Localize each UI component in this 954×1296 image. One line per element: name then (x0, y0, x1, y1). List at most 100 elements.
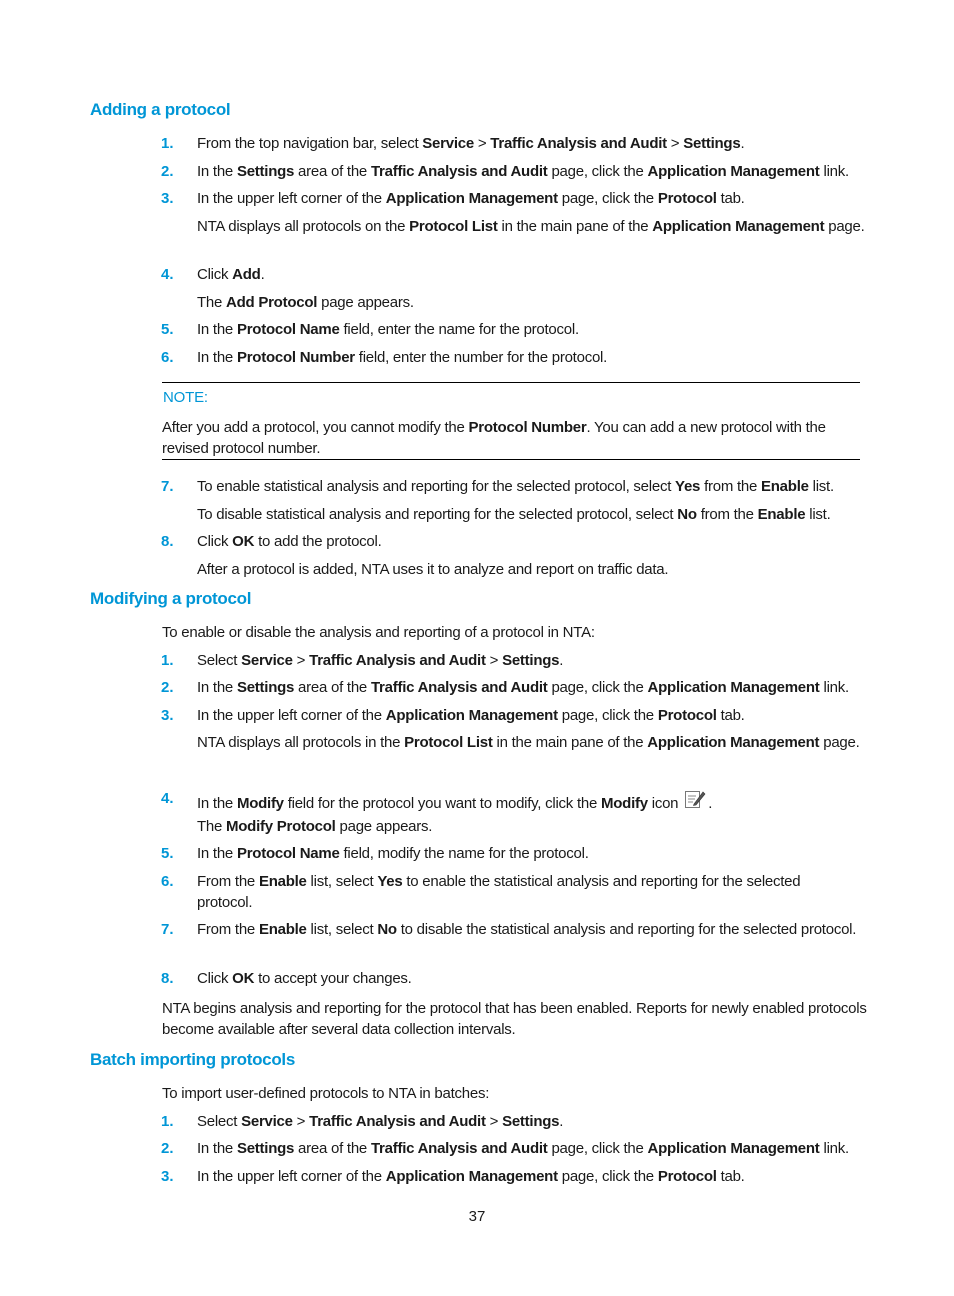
step-number: 7. (161, 478, 174, 495)
ui-term: Enable (757, 506, 806, 523)
ui-term: No (677, 506, 697, 523)
step-text: Select Service > Traffic Analysis and Au… (197, 1113, 564, 1130)
step-text: From the Enable list, select Yes to enab… (197, 873, 801, 911)
ui-term: Protocol Number (468, 419, 587, 436)
ui-term: Modify (601, 795, 648, 812)
step-number: 6. (161, 349, 174, 366)
step-text: In the upper left corner of the Applicat… (197, 190, 745, 207)
step-subtext: NTA displays all protocols on the Protoc… (197, 218, 865, 235)
step-text: To enable statistical analysis and repor… (197, 478, 834, 495)
ui-term: OK (232, 533, 255, 550)
step-number: 4. (161, 266, 174, 283)
step-text: Click Add. (197, 266, 265, 283)
ui-term: Application Management (647, 1140, 820, 1157)
ui-term: Application Management (647, 163, 820, 180)
ui-term: Protocol Number (236, 349, 355, 366)
ui-term: Settings (502, 1113, 560, 1130)
ui-term: Traffic Analysis and Audit (370, 163, 548, 180)
ui-term: Settings (502, 652, 560, 669)
ui-term: Traffic Analysis and Audit (309, 652, 486, 669)
ui-term: Protocol Name (236, 845, 340, 862)
section-heading-modifying: Modifying a protocol (90, 589, 252, 608)
step-number: 5. (161, 845, 174, 862)
step-number: 2. (161, 163, 174, 180)
step-text: In the Settings area of the Traffic Anal… (197, 1140, 849, 1157)
ui-term: Settings (683, 135, 741, 152)
section-outro: NTA begins analysis and reporting for th… (162, 1000, 867, 1038)
step-number: 1. (161, 1113, 174, 1130)
ui-term: Protocol List (404, 734, 493, 751)
step-number: 2. (161, 679, 174, 696)
ui-term: Traffic Analysis and Audit (490, 135, 667, 152)
ui-term: Traffic Analysis and Audit (370, 679, 548, 696)
step-subtext: The Add Protocol page appears. (197, 294, 414, 311)
ui-term: Application Management (647, 734, 820, 751)
page-number: 37 (468, 1208, 486, 1225)
ui-term: Application Management (385, 1168, 558, 1185)
step-subtext: After a protocol is added, NTA uses it t… (197, 561, 669, 578)
step-text: In the Settings area of the Traffic Anal… (197, 679, 849, 696)
ui-term: Enable (258, 921, 307, 938)
note-label: NOTE: (163, 389, 208, 406)
ui-term: Protocol (657, 707, 717, 724)
step-number: 1. (161, 652, 174, 669)
step-number: 3. (161, 190, 174, 207)
ui-term: Protocol Name (236, 321, 340, 338)
ui-term: Settings (236, 1140, 295, 1157)
step-text: In the Modify field for the protocol you… (197, 788, 712, 816)
section-heading-batch: Batch importing protocols (90, 1050, 296, 1069)
step-subtext: NTA displays all protocols in the Protoc… (197, 734, 860, 751)
section-heading-adding: Adding a protocol (90, 100, 231, 119)
step-number: 8. (161, 533, 174, 550)
ui-term: Add (232, 266, 261, 283)
ui-term: Enable (258, 873, 307, 890)
note-top-rule (162, 382, 860, 383)
step-number: 7. (161, 921, 174, 938)
step-text: Click OK to add the protocol. (197, 533, 382, 550)
ui-term: Yes (675, 478, 701, 495)
step-number: 4. (161, 790, 174, 807)
ui-term: Application Management (385, 707, 558, 724)
note-bottom-rule (162, 459, 860, 460)
ui-term: Protocol (657, 1168, 717, 1185)
step-text: In the Protocol Number field, enter the … (197, 349, 608, 366)
step-number: 8. (161, 970, 174, 987)
step-number: 1. (161, 135, 174, 152)
ui-term: Application Management (385, 190, 558, 207)
step-number: 3. (161, 707, 174, 724)
ui-term: Traffic Analysis and Audit (309, 1113, 486, 1130)
ui-term: Application Management (647, 679, 820, 696)
ui-term: Settings (236, 679, 295, 696)
ui-term: Add Protocol (226, 294, 318, 311)
step-text: Click OK to accept your changes. (197, 970, 412, 987)
step-text: In the upper left corner of the Applicat… (197, 707, 745, 724)
note-text: After you add a protocol, you cannot mod… (162, 419, 826, 457)
step-text-content: In the Modify field for the protocol you… (197, 795, 683, 812)
section-intro: To enable or disable the analysis and re… (162, 624, 595, 641)
ui-term: Service (241, 1113, 293, 1130)
edit-icon (684, 788, 706, 816)
ui-term: Service (241, 652, 293, 669)
ui-term: Traffic Analysis and Audit (370, 1140, 548, 1157)
ui-term: No (377, 921, 397, 938)
step-number: 6. (161, 873, 174, 890)
step-subtext: To disable statistical analysis and repo… (197, 506, 831, 523)
ui-term: Application Management (652, 218, 825, 235)
step-number: 3. (161, 1168, 174, 1185)
step-text: Select Service > Traffic Analysis and Au… (197, 652, 564, 669)
ui-term: Modify Protocol (226, 818, 336, 835)
step-number: 2. (161, 1140, 174, 1157)
ui-term: Enable (761, 478, 809, 495)
ui-term: Modify (236, 795, 284, 812)
document-page: Adding a protocol 1. From the top naviga… (0, 0, 954, 1296)
section-intro: To import user-defined protocols to NTA … (162, 1085, 490, 1102)
step-text: In the upper left corner of the Applicat… (197, 1168, 745, 1185)
step-text: From the Enable list, select No to disab… (197, 921, 857, 938)
step-text: In the Protocol Name field, enter the na… (197, 321, 579, 338)
step-text: In the Protocol Name field, modify the n… (197, 845, 589, 862)
step-text: From the top navigation bar, select Serv… (197, 135, 745, 152)
ui-term: Protocol (657, 190, 717, 207)
ui-term: OK (232, 970, 255, 987)
step-text: In the Settings area of the Traffic Anal… (197, 163, 849, 180)
step-trail: . (708, 795, 713, 812)
